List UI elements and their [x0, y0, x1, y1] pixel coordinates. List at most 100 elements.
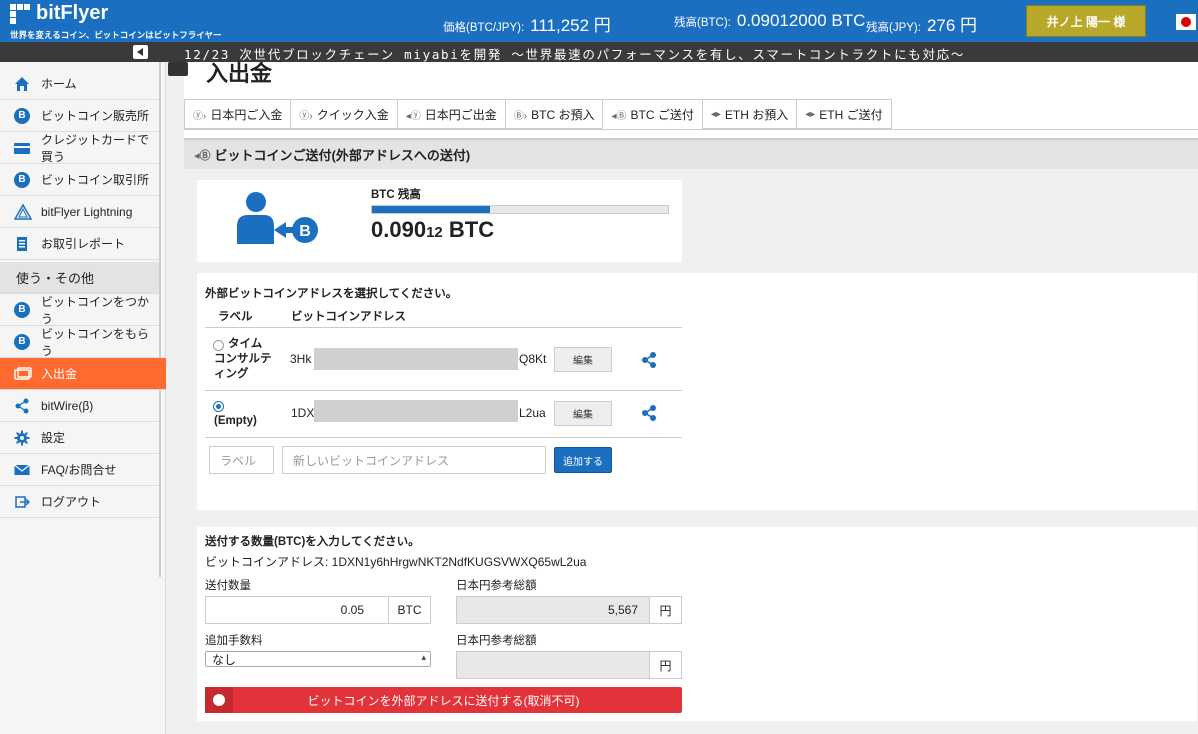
add-address-button[interactable]: 追加する	[554, 447, 612, 473]
sidebar-item-label: bitFlyer Lightning	[41, 204, 133, 219]
fee-select-value: なし	[212, 652, 237, 667]
user-account-button[interactable]: 井ノ上 陽一 様	[1026, 5, 1146, 37]
btc-balance-unit: BTC	[442, 217, 495, 242]
tab-jpy-deposit[interactable]: ⓨ› 日本円ご入金	[184, 99, 291, 129]
address-label-line2: コンサルテ	[214, 353, 272, 365]
tab-label: ETH お預入	[724, 107, 789, 122]
sidebar-item-label: ビットコイン販売所	[41, 109, 150, 123]
svg-text:B: B	[299, 223, 311, 240]
tab-label: 日本円ご出金	[424, 107, 497, 122]
tab-label: 日本円ご入金	[210, 107, 283, 122]
sidebar-item-use-bitcoin[interactable]: B ビットコインをつかう	[0, 294, 159, 326]
amount-input[interactable]: 0.05	[205, 596, 389, 624]
btc-balance-bar-fill	[372, 206, 491, 213]
brand-tagline: 世界を変えるコイン、ビットコインはビットフライヤー	[10, 30, 222, 40]
amount-label: 送付数量	[205, 580, 251, 592]
yen-out-icon: ◂ⓨ	[405, 110, 421, 122]
tab-label: ETH ご送付	[819, 107, 883, 122]
tab-label: クイック入金	[316, 107, 389, 122]
tab-btc-send[interactable]: ◂Ⓑ BTC ご送付	[602, 99, 702, 129]
sidebar-item-label: ログアウト	[41, 495, 102, 509]
fee-jpy-value	[456, 651, 650, 679]
sidebar-item-bitwire[interactable]: bitWire(β)	[0, 390, 159, 422]
new-address-input[interactable]: 新しいビットコインアドレス	[282, 446, 546, 474]
send-section-title: 送付する数量(BTC)を入力してください。	[205, 536, 420, 548]
sidebar-item-receive-bitcoin[interactable]: B ビットコインをもらう	[0, 326, 159, 358]
edit-button[interactable]: 編集	[554, 347, 612, 372]
send-bitcoin-button[interactable]: ビットコインを外部アドレスに送付する(取消不可)	[205, 687, 682, 713]
sidebar-collapse-icon[interactable]	[133, 45, 148, 59]
panel-header: ◂Ⓑ ビットコインご送付(外部アドレスへの送付)	[184, 138, 1198, 169]
address-prefix: 1DX	[291, 406, 315, 420]
jpy-balance-stat: 残高(JPY): 276 円	[866, 11, 977, 36]
top-header: bitFlyer 世界を変えるコイン、ビットコインはビットフライヤー 価格(BT…	[0, 0, 1198, 42]
sidebar-item-label: ホーム	[41, 77, 77, 91]
address-radio[interactable]	[213, 401, 224, 412]
tab-jpy-withdraw[interactable]: ◂ⓨ 日本円ご出金	[396, 99, 505, 129]
sidebar-item-faq[interactable]: FAQ/お問合せ	[0, 454, 159, 486]
bitcoin-icon: B	[14, 301, 30, 318]
lightning-icon	[13, 202, 33, 220]
address-label-line3: ィング	[214, 368, 249, 380]
jpy-unit: 円	[649, 596, 682, 624]
credit-card-icon	[14, 140, 30, 156]
address-section-title: 外部ビットコインアドレスを選択してください。	[205, 288, 458, 300]
mail-icon	[14, 462, 30, 478]
sidebar-item-credit-card[interactable]: クレジットカードで買う	[0, 132, 159, 164]
gear-icon	[14, 430, 30, 446]
selected-address-line: ビットコインアドレス: 1DXN1y6hHrgwNKT2NdfKUGSVWXQ6…	[205, 555, 587, 569]
new-label-input[interactable]: ラベル	[209, 446, 274, 474]
sidebar-item-label: ビットコインをつかう	[41, 294, 150, 326]
btc-balance-value: 0.09012 BTC	[371, 217, 494, 243]
sidebar-item-label: クレジットカードで買う	[41, 132, 150, 164]
fee-jpy-unit: 円	[649, 651, 682, 679]
sidebar-item-label: FAQ/お問合せ	[41, 463, 117, 477]
page-title: 入出金	[206, 61, 273, 86]
tab-quick-deposit[interactable]: ⓨ› クイック入金	[290, 99, 397, 129]
send-button-label: ビットコインを外部アドレスに送付する(取消不可)	[307, 693, 580, 708]
logout-icon	[14, 494, 31, 510]
sidebar-item-label: 設定	[41, 431, 66, 445]
fee-jpy-label: 日本円参考総額	[456, 635, 537, 647]
ticker-text[interactable]: 12/23 次世代ブロックチェーン miyabiを開発 〜世界最速のパフォーマン…	[184, 44, 965, 63]
sidebar-item-lightning[interactable]: bitFlyer Lightning	[0, 196, 159, 228]
sidebar-item-label: お取引レポート	[41, 237, 126, 251]
jpy-ref-value: 5,567	[456, 596, 650, 624]
share-icon[interactable]	[640, 351, 658, 369]
address-mask	[314, 348, 518, 370]
bitcoin-icon: B	[14, 107, 30, 124]
tab-label: BTC お預入	[531, 107, 595, 122]
japan-flag-icon[interactable]	[1176, 14, 1196, 30]
deposit-icon	[168, 62, 188, 76]
tab-eth-send[interactable]: ◂▸ ETH ご送付	[796, 99, 892, 129]
yen-in-icon: ⓨ›	[193, 110, 207, 122]
share-icon	[14, 398, 30, 414]
btc-balance-bar	[371, 205, 669, 214]
table-divider	[205, 437, 682, 438]
sidebar-item-logout[interactable]: ログアウト	[0, 486, 159, 518]
tab-eth-deposit[interactable]: ◂▸ ETH お預入	[701, 99, 797, 129]
sidebar-item-bitcoin-store[interactable]: B ビットコイン販売所	[0, 100, 159, 132]
btc-balance-main: 0.090	[371, 217, 427, 242]
btc-balance-label: 残高(BTC):	[674, 17, 731, 29]
eth-send-icon: ◂▸	[805, 108, 816, 120]
sidebar-item-exchange[interactable]: B ビットコイン取引所	[0, 164, 159, 196]
price-stat: 価格(BTC/JPY): 111,252 円	[443, 11, 611, 36]
news-ticker: 12/23 次世代ブロックチェーン miyabiを開発 〜世界最速のパフォーマン…	[0, 42, 1198, 62]
sidebar-scrollbar[interactable]	[159, 62, 161, 577]
price-value: 111,252 円	[530, 16, 611, 35]
address-label: (Empty)	[214, 415, 257, 427]
edit-button[interactable]: 編集	[554, 401, 612, 426]
fee-select[interactable]: なし ▴	[205, 651, 431, 667]
btc-balance-small: 12	[426, 224, 443, 241]
select-arrows-icon: ▴	[421, 652, 426, 662]
share-icon[interactable]	[640, 404, 658, 422]
column-header-label: ラベル	[218, 311, 253, 323]
address-radio[interactable]	[213, 340, 224, 351]
sidebar-item-deposit-withdraw[interactable]: 入出金	[0, 358, 166, 390]
btc-balance-stat: 残高(BTC): 0.09012000 BTC	[674, 11, 865, 31]
sidebar-item-home[interactable]: ホーム	[0, 68, 159, 100]
tab-btc-deposit[interactable]: Ⓑ› BTC お預入	[504, 99, 603, 129]
sidebar-item-settings[interactable]: 設定	[0, 422, 159, 454]
sidebar-item-report[interactable]: お取引レポート	[0, 228, 159, 260]
